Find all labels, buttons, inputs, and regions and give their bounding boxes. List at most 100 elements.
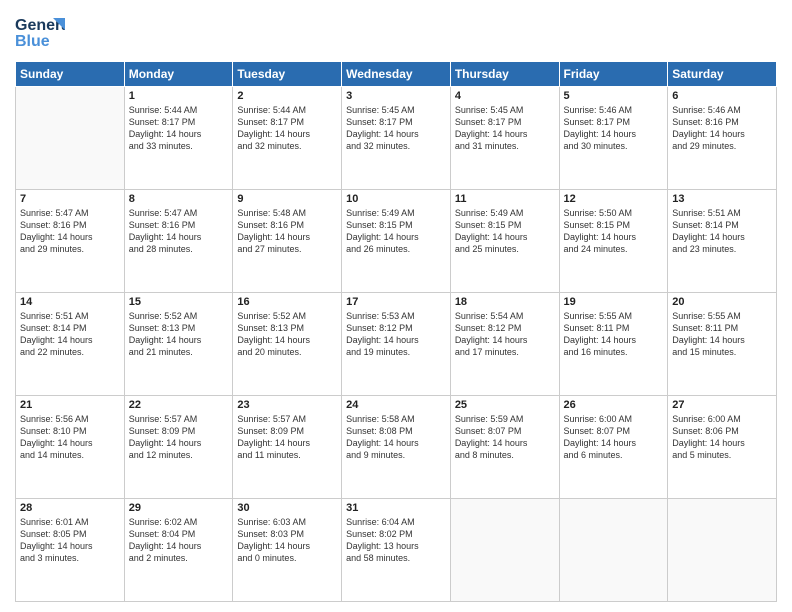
day-content: Sunrise: 5:48 AM Sunset: 8:16 PM Dayligh… <box>237 207 337 256</box>
calendar-cell: 10 Sunrise: 5:49 AM Sunset: 8:15 PM Dayli… <box>342 190 451 293</box>
day-content: Sunrise: 5:57 AM Sunset: 8:09 PM Dayligh… <box>237 413 337 462</box>
day-number: 19 <box>564 296 664 308</box>
day-content: Sunrise: 5:45 AM Sunset: 8:17 PM Dayligh… <box>346 104 446 153</box>
calendar-cell: 15 Sunrise: 5:52 AM Sunset: 8:13 PM Dayli… <box>124 293 233 396</box>
day-content: Sunrise: 6:02 AM Sunset: 8:04 PM Dayligh… <box>129 516 229 565</box>
day-content: Sunrise: 5:55 AM Sunset: 8:11 PM Dayligh… <box>672 310 772 359</box>
day-content: Sunrise: 5:54 AM Sunset: 8:12 PM Dayligh… <box>455 310 555 359</box>
day-number: 25 <box>455 399 555 411</box>
day-number: 14 <box>20 296 120 308</box>
week-row-3: 14 Sunrise: 5:51 AM Sunset: 8:14 PM Dayli… <box>16 293 777 396</box>
day-number: 30 <box>237 502 337 514</box>
day-number: 12 <box>564 193 664 205</box>
calendar-cell: 11 Sunrise: 5:49 AM Sunset: 8:15 PM Dayli… <box>450 190 559 293</box>
page: General Blue SundayMondayTuesdayWednesda… <box>0 0 792 612</box>
calendar-cell: 14 Sunrise: 5:51 AM Sunset: 8:14 PM Dayli… <box>16 293 125 396</box>
day-number: 18 <box>455 296 555 308</box>
day-content: Sunrise: 6:00 AM Sunset: 8:06 PM Dayligh… <box>672 413 772 462</box>
calendar-cell: 29 Sunrise: 6:02 AM Sunset: 8:04 PM Dayli… <box>124 499 233 602</box>
calendar-cell: 26 Sunrise: 6:00 AM Sunset: 8:07 PM Dayli… <box>559 396 668 499</box>
day-content: Sunrise: 5:58 AM Sunset: 8:08 PM Dayligh… <box>346 413 446 462</box>
calendar-cell: 17Sunrise: 5:53 AM Sunset: 8:12 PM Dayli… <box>342 293 451 396</box>
weekday-header-sunday: Sunday <box>16 62 125 87</box>
calendar-cell: 12 Sunrise: 5:50 AM Sunset: 8:15 PM Dayli… <box>559 190 668 293</box>
day-content: Sunrise: 6:03 AM Sunset: 8:03 PM Dayligh… <box>237 516 337 565</box>
calendar-cell: 1Sunrise: 5:44 AM Sunset: 8:17 PM Daylig… <box>124 87 233 190</box>
day-content: Sunrise: 5:56 AM Sunset: 8:10 PM Dayligh… <box>20 413 120 462</box>
day-content: Sunrise: 6:00 AM Sunset: 8:07 PM Dayligh… <box>564 413 664 462</box>
day-content: Sunrise: 5:51 AM Sunset: 8:14 PM Dayligh… <box>20 310 120 359</box>
weekday-header-wednesday: Wednesday <box>342 62 451 87</box>
day-number: 15 <box>129 296 229 308</box>
day-number: 28 <box>20 502 120 514</box>
calendar-cell: 21 Sunrise: 5:56 AM Sunset: 8:10 PM Dayli… <box>16 396 125 499</box>
day-content: Sunrise: 5:47 AM Sunset: 8:16 PM Dayligh… <box>129 207 229 256</box>
day-number: 5 <box>564 90 664 102</box>
day-content: Sunrise: 5:44 AM Sunset: 8:17 PM Dayligh… <box>129 104 229 153</box>
day-number: 26 <box>564 399 664 411</box>
day-number: 27 <box>672 399 772 411</box>
day-content: Sunrise: 5:45 AM Sunset: 8:17 PM Dayligh… <box>455 104 555 153</box>
calendar-cell: 3 Sunrise: 5:45 AM Sunset: 8:17 PM Daylig… <box>342 87 451 190</box>
day-number: 7 <box>20 193 120 205</box>
calendar-cell: 19Sunrise: 5:55 AM Sunset: 8:11 PM Dayli… <box>559 293 668 396</box>
day-number: 31 <box>346 502 446 514</box>
day-content: Sunrise: 5:44 AM Sunset: 8:17 PM Dayligh… <box>237 104 337 153</box>
calendar-cell <box>450 499 559 602</box>
day-number: 13 <box>672 193 772 205</box>
week-row-5: 28 Sunrise: 6:01 AM Sunset: 8:05 PM Dayli… <box>16 499 777 602</box>
svg-text:Blue: Blue <box>15 33 50 50</box>
day-number: 21 <box>20 399 120 411</box>
calendar-cell: 23 Sunrise: 5:57 AM Sunset: 8:09 PM Dayli… <box>233 396 342 499</box>
calendar-cell: 5 Sunrise: 5:46 AM Sunset: 8:17 PM Daylig… <box>559 87 668 190</box>
week-row-4: 21 Sunrise: 5:56 AM Sunset: 8:10 PM Dayli… <box>16 396 777 499</box>
logo-icon: General Blue <box>15 10 65 55</box>
calendar-cell: 22 Sunrise: 5:57 AM Sunset: 8:09 PM Dayli… <box>124 396 233 499</box>
logo: General Blue <box>15 10 69 55</box>
day-number: 3 <box>346 90 446 102</box>
week-row-2: 7 Sunrise: 5:47 AM Sunset: 8:16 PM Daylig… <box>16 190 777 293</box>
day-content: Sunrise: 5:49 AM Sunset: 8:15 PM Dayligh… <box>346 207 446 256</box>
weekday-header-thursday: Thursday <box>450 62 559 87</box>
weekday-header-tuesday: Tuesday <box>233 62 342 87</box>
week-row-1: 1Sunrise: 5:44 AM Sunset: 8:17 PM Daylig… <box>16 87 777 190</box>
day-content: Sunrise: 6:04 AM Sunset: 8:02 PM Dayligh… <box>346 516 446 565</box>
weekday-header-monday: Monday <box>124 62 233 87</box>
day-number: 16 <box>237 296 337 308</box>
day-content: Sunrise: 5:53 AM Sunset: 8:12 PM Dayligh… <box>346 310 446 359</box>
calendar-cell: 13Sunrise: 5:51 AM Sunset: 8:14 PM Dayli… <box>668 190 777 293</box>
day-number: 29 <box>129 502 229 514</box>
calendar-cell: 24Sunrise: 5:58 AM Sunset: 8:08 PM Dayli… <box>342 396 451 499</box>
calendar-cell: 2Sunrise: 5:44 AM Sunset: 8:17 PM Daylig… <box>233 87 342 190</box>
day-content: Sunrise: 5:57 AM Sunset: 8:09 PM Dayligh… <box>129 413 229 462</box>
day-content: Sunrise: 5:46 AM Sunset: 8:16 PM Dayligh… <box>672 104 772 153</box>
weekday-header-row: SundayMondayTuesdayWednesdayThursdayFrid… <box>16 62 777 87</box>
calendar-cell: 6 Sunrise: 5:46 AM Sunset: 8:16 PM Daylig… <box>668 87 777 190</box>
day-number: 6 <box>672 90 772 102</box>
day-number: 11 <box>455 193 555 205</box>
day-content: Sunrise: 5:49 AM Sunset: 8:15 PM Dayligh… <box>455 207 555 256</box>
day-content: Sunrise: 6:01 AM Sunset: 8:05 PM Dayligh… <box>20 516 120 565</box>
day-number: 23 <box>237 399 337 411</box>
day-content: Sunrise: 5:52 AM Sunset: 8:13 PM Dayligh… <box>129 310 229 359</box>
calendar-cell: 16Sunrise: 5:52 AM Sunset: 8:13 PM Dayli… <box>233 293 342 396</box>
calendar-cell: 9Sunrise: 5:48 AM Sunset: 8:16 PM Daylig… <box>233 190 342 293</box>
calendar-cell: 27 Sunrise: 6:00 AM Sunset: 8:06 PM Dayli… <box>668 396 777 499</box>
day-content: Sunrise: 5:47 AM Sunset: 8:16 PM Dayligh… <box>20 207 120 256</box>
calendar-cell: 31 Sunrise: 6:04 AM Sunset: 8:02 PM Dayli… <box>342 499 451 602</box>
calendar-cell <box>668 499 777 602</box>
weekday-header-saturday: Saturday <box>668 62 777 87</box>
day-number: 22 <box>129 399 229 411</box>
day-content: Sunrise: 5:46 AM Sunset: 8:17 PM Dayligh… <box>564 104 664 153</box>
day-number: 4 <box>455 90 555 102</box>
day-content: Sunrise: 5:50 AM Sunset: 8:15 PM Dayligh… <box>564 207 664 256</box>
weekday-header-friday: Friday <box>559 62 668 87</box>
day-content: Sunrise: 5:59 AM Sunset: 8:07 PM Dayligh… <box>455 413 555 462</box>
calendar-cell: 30 Sunrise: 6:03 AM Sunset: 8:03 PM Dayli… <box>233 499 342 602</box>
calendar-cell: 20Sunrise: 5:55 AM Sunset: 8:11 PM Dayli… <box>668 293 777 396</box>
calendar-cell: 28 Sunrise: 6:01 AM Sunset: 8:05 PM Dayli… <box>16 499 125 602</box>
day-number: 10 <box>346 193 446 205</box>
calendar-cell: 18 Sunrise: 5:54 AM Sunset: 8:12 PM Dayli… <box>450 293 559 396</box>
calendar-cell <box>559 499 668 602</box>
calendar-cell: 4 Sunrise: 5:45 AM Sunset: 8:17 PM Daylig… <box>450 87 559 190</box>
